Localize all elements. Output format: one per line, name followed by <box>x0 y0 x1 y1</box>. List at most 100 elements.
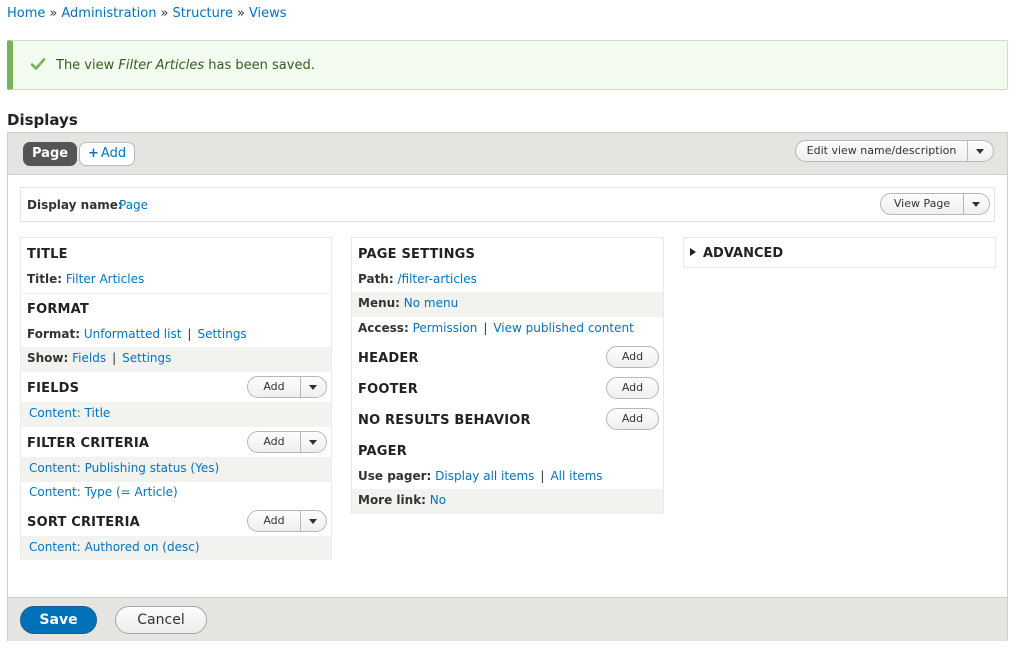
pager-section-heading: PAGER <box>358 444 407 459</box>
fields-add-toggle[interactable] <box>300 377 326 397</box>
show-value-link[interactable]: Fields <box>72 351 106 365</box>
displays-heading: Displays <box>7 111 78 129</box>
display-name-value[interactable]: Page <box>119 198 148 212</box>
display-name-bar: Display name: Page View Page <box>20 187 995 222</box>
list-item: Content: Authored on (desc) <box>21 536 331 560</box>
show-row: Show: Fields | Settings <box>21 347 331 372</box>
header-add-button[interactable]: Add <box>606 346 659 368</box>
format-setting: Format: Unformatted list | Settings <box>27 327 247 341</box>
header-section-heading: HEADER <box>358 351 419 366</box>
form-actions: Save Cancel <box>8 597 1007 641</box>
pager-items-link[interactable]: All items <box>550 469 602 483</box>
display-name-label: Display name: <box>27 198 123 212</box>
tab-page[interactable]: Page <box>23 142 78 166</box>
footer-add-button[interactable]: Add <box>606 377 659 399</box>
no-results-add-button[interactable]: Add <box>606 408 659 430</box>
format-settings-link[interactable]: Settings <box>197 327 246 341</box>
access-label: Access: <box>358 321 409 335</box>
edit-view-dropbutton: Edit view name/description <box>795 140 994 162</box>
title-setting: Title: Filter Articles <box>27 272 144 286</box>
title-section-heading: TITLE <box>27 247 68 262</box>
breadcrumb-structure[interactable]: Structure <box>172 6 232 21</box>
status-message-text: The view Filter Articles has been saved. <box>56 58 315 73</box>
breadcrumb: Home» Administration» Structure» Views <box>7 6 287 21</box>
edit-view-name-button[interactable]: Edit view name/description <box>796 141 968 161</box>
breadcrumb-administration[interactable]: Administration <box>61 6 156 21</box>
no-results-heading: NO RESULTS BEHAVIOR <box>358 413 531 428</box>
filter-add-dropbutton: Add <box>247 431 327 453</box>
menu-value-link[interactable]: No menu <box>404 296 458 310</box>
title-value-link[interactable]: Filter Articles <box>66 272 144 286</box>
chevron-down-icon <box>309 384 317 390</box>
sort-criteria-heading: SORT CRITERIA <box>27 515 140 530</box>
checkmark-icon <box>30 58 46 70</box>
save-button[interactable]: Save <box>20 606 97 634</box>
plus-icon: + <box>88 146 99 161</box>
footer-section-heading: FOOTER <box>358 382 418 397</box>
filter-item-link[interactable]: Content: Publishing status (Yes) <box>29 461 219 475</box>
use-pager-link[interactable]: Display all items <box>435 469 534 483</box>
more-link-label: More link: <box>358 493 426 507</box>
chevron-down-icon <box>309 439 317 445</box>
breadcrumb-separator: » <box>160 6 169 21</box>
view-page-dropdown-toggle[interactable] <box>963 194 989 214</box>
display-tabs-bar: Page + Add Edit view name/description <box>8 133 1007 175</box>
menu-label: Menu: <box>358 296 400 310</box>
add-display-button[interactable]: + Add <box>79 142 136 166</box>
sort-add-button[interactable]: Add <box>248 511 301 531</box>
more-link-row: More link: No <box>352 489 663 514</box>
fields-add-dropbutton: Add <box>247 376 327 398</box>
menu-row: Menu: No menu <box>352 292 663 317</box>
edit-view-dropdown-toggle[interactable] <box>967 141 993 161</box>
column-first: TITLE Title: Filter Articles FORMAT Form… <box>20 237 332 560</box>
view-page-button[interactable]: View Page <box>881 194 964 214</box>
chevron-down-icon <box>309 518 317 524</box>
column-second: PAGE SETTINGS Path: /filter-articles Men… <box>351 237 664 514</box>
divider <box>21 293 331 294</box>
sort-item-link[interactable]: Content: Authored on (desc) <box>29 540 200 554</box>
filter-add-button[interactable]: Add <box>248 432 301 452</box>
sort-add-toggle[interactable] <box>300 511 326 531</box>
sort-add-dropbutton: Add <box>247 510 327 532</box>
show-setting: Show: Fields | Settings <box>27 351 171 365</box>
breadcrumb-separator: » <box>236 6 245 21</box>
format-label: Format: <box>27 327 81 341</box>
list-item: Content: Title <box>21 402 331 427</box>
filter-criteria-heading: FILTER CRITERIA <box>27 436 150 451</box>
cancel-button[interactable]: Cancel <box>115 606 207 634</box>
pipe-separator: | <box>483 321 488 335</box>
breadcrumb-views[interactable]: Views <box>249 6 287 21</box>
column-third: ADVANCED <box>683 237 996 268</box>
show-label: Show: <box>27 351 69 365</box>
triangle-right-icon <box>690 248 696 256</box>
more-link-value[interactable]: No <box>430 493 446 507</box>
pipe-separator: | <box>540 469 545 483</box>
show-settings-link[interactable]: Settings <box>122 351 171 365</box>
field-item-link[interactable]: Content: Title <box>29 406 110 420</box>
message-prefix: The view <box>56 58 119 73</box>
chevron-down-icon <box>976 148 984 154</box>
use-pager-setting: Use pager: Display all items | All items <box>358 469 603 483</box>
fields-section-heading: FIELDS <box>27 381 80 396</box>
pipe-separator: | <box>112 351 117 365</box>
message-view-name: Filter Articles <box>118 58 205 73</box>
title-label: Title: <box>27 272 63 286</box>
path-setting: Path: /filter-articles <box>358 272 477 286</box>
access-value-link[interactable]: View published content <box>493 321 633 335</box>
filter-item-link[interactable]: Content: Type (= Article) <box>29 485 178 499</box>
chevron-down-icon <box>972 201 980 207</box>
path-value-link[interactable]: /filter-articles <box>397 272 476 286</box>
access-setting: Access: Permission | View published conten… <box>358 321 634 335</box>
fields-add-button[interactable]: Add <box>248 377 301 397</box>
access-permission-link[interactable]: Permission <box>413 321 478 335</box>
format-value-link[interactable]: Unformatted list <box>84 327 182 341</box>
message-suffix: has been saved. <box>204 58 315 73</box>
use-pager-label: Use pager: <box>358 469 432 483</box>
filter-add-toggle[interactable] <box>300 432 326 452</box>
breadcrumb-home[interactable]: Home <box>7 6 45 21</box>
advanced-toggle[interactable]: ADVANCED <box>690 246 783 261</box>
format-section-heading: FORMAT <box>27 302 89 317</box>
views-edit-box: Page + Add Edit view name/description Dis… <box>7 132 1008 641</box>
page-settings-heading: PAGE SETTINGS <box>358 247 476 262</box>
view-page-dropbutton: View Page <box>880 193 990 215</box>
